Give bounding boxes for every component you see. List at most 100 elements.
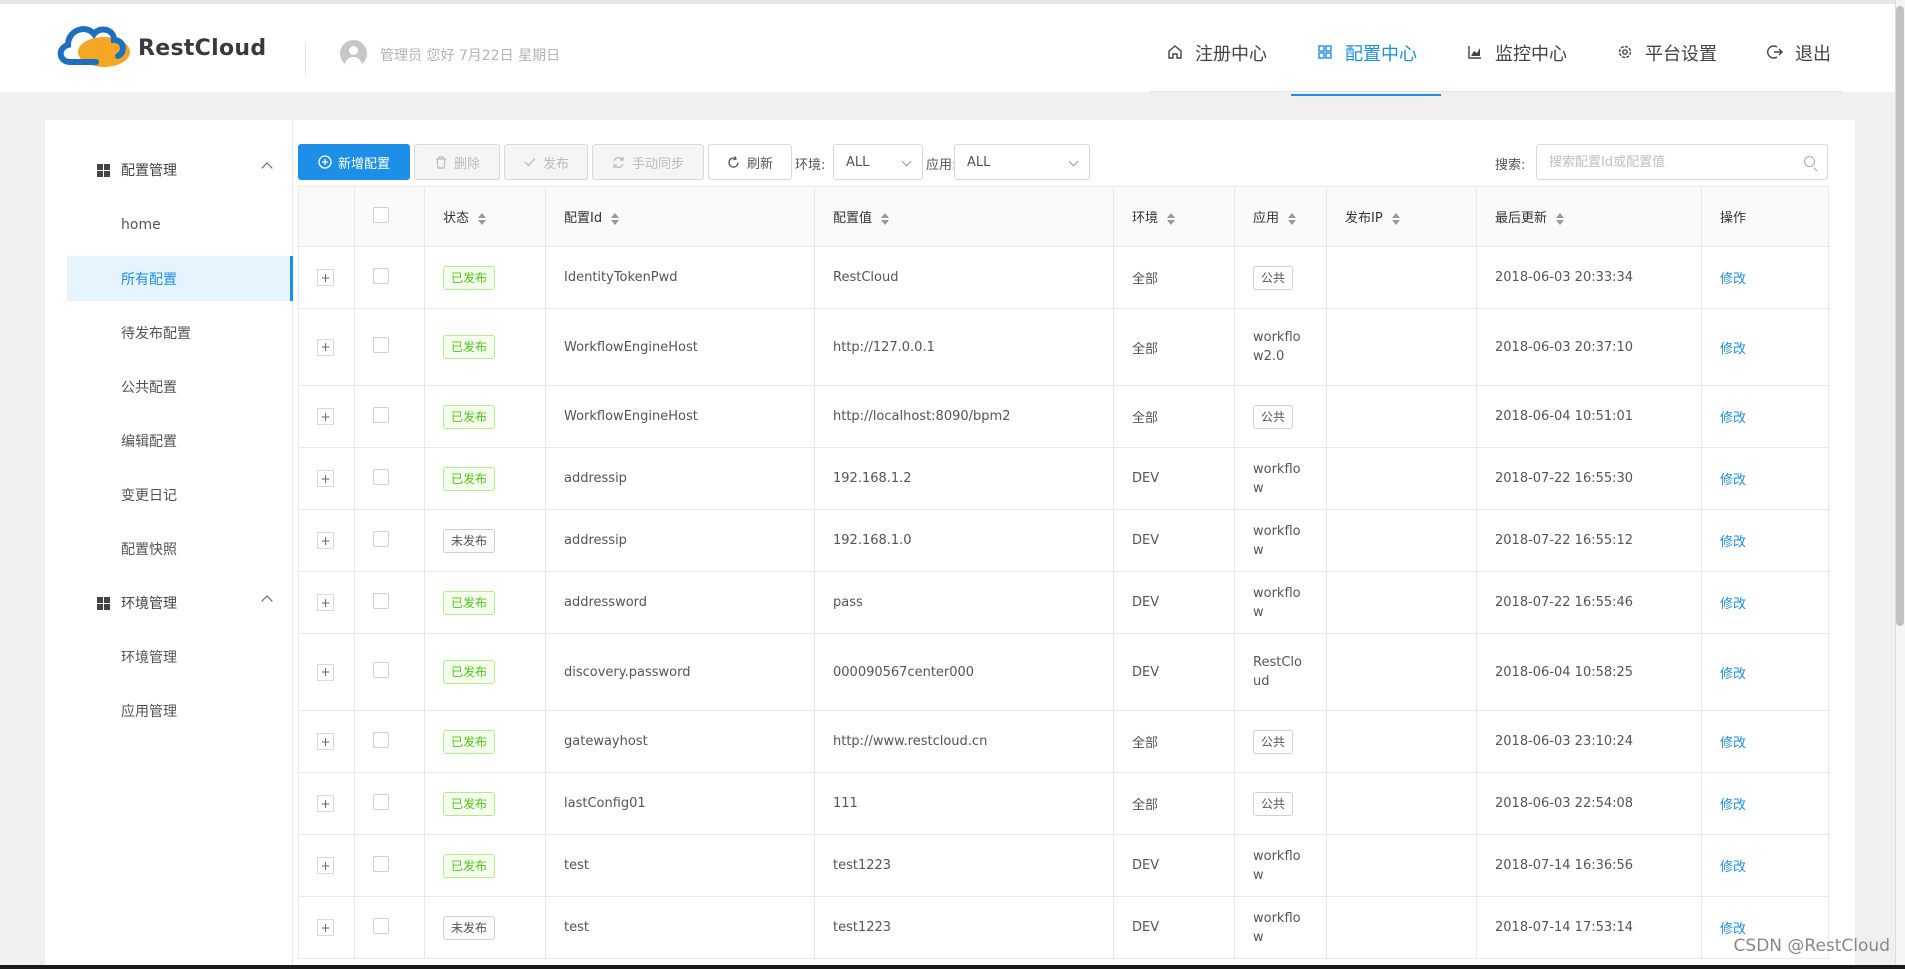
edit-link[interactable]: 修改 bbox=[1720, 667, 1746, 682]
column-header-app[interactable]: 应用 bbox=[1234, 186, 1327, 247]
sort-icon[interactable] bbox=[1288, 212, 1297, 226]
status-badge: 已发布 bbox=[443, 791, 496, 816]
sort-icon[interactable] bbox=[478, 212, 487, 226]
expand-row-button[interactable]: + bbox=[317, 269, 334, 286]
edit-link[interactable]: 修改 bbox=[1720, 860, 1746, 875]
expand-cell: + bbox=[298, 896, 355, 959]
edit-link[interactable]: 修改 bbox=[1720, 597, 1746, 612]
updated-cell: 2018-07-14 16:36:56 bbox=[1476, 834, 1702, 897]
nav-monitor-center[interactable]: 监控中心 bbox=[1441, 28, 1591, 96]
expand-cell: + bbox=[298, 571, 355, 634]
config-id-cell: WorkflowEngineHost bbox=[545, 385, 815, 448]
search-icon[interactable] bbox=[1804, 156, 1815, 167]
add-config-button[interactable]: 新增配置 bbox=[298, 144, 410, 180]
sidebar-item-edit-config[interactable]: 编辑配置 bbox=[67, 418, 293, 463]
edit-link[interactable]: 修改 bbox=[1720, 535, 1746, 550]
row-checkbox[interactable] bbox=[373, 662, 389, 678]
search-input[interactable] bbox=[1537, 145, 1787, 179]
status-badge: 未发布 bbox=[443, 915, 496, 940]
status-badge: 已发布 bbox=[443, 404, 496, 429]
row-checkbox[interactable] bbox=[373, 855, 389, 872]
edit-link[interactable]: 修改 bbox=[1720, 342, 1746, 357]
edit-link[interactable]: 修改 bbox=[1720, 473, 1746, 488]
scrollbar-thumb[interactable] bbox=[1896, 6, 1904, 626]
edit-link[interactable]: 修改 bbox=[1720, 411, 1746, 426]
row-checkbox[interactable] bbox=[373, 530, 389, 547]
gear-icon bbox=[1615, 42, 1635, 62]
sidebar-item-change-log[interactable]: 变更日记 bbox=[67, 472, 293, 517]
taskbar-edge bbox=[0, 965, 1905, 969]
expand-row-button[interactable]: + bbox=[317, 338, 334, 356]
sidebar-item-app-manage[interactable]: 应用管理 bbox=[67, 688, 293, 733]
vertical-scrollbar[interactable] bbox=[1895, 0, 1905, 969]
restcloud-logo-icon[interactable] bbox=[56, 18, 134, 70]
sidebar-item-all-configs[interactable]: 所有配置 bbox=[67, 256, 293, 301]
select-all-header bbox=[354, 186, 425, 247]
table-row: + 已发布 addressword pass DEV workflow 2018… bbox=[298, 571, 1829, 634]
row-checkbox[interactable] bbox=[373, 793, 389, 810]
app-name: workflow bbox=[1253, 461, 1301, 496]
expand-row-button[interactable]: + bbox=[317, 857, 334, 874]
sort-icon[interactable] bbox=[1167, 212, 1176, 226]
expand-row-button[interactable]: + bbox=[317, 532, 334, 549]
edit-link[interactable]: 修改 bbox=[1720, 798, 1746, 813]
expand-row-button[interactable]: + bbox=[317, 470, 334, 487]
select-all-checkbox[interactable] bbox=[373, 206, 389, 223]
edit-link[interactable]: 修改 bbox=[1720, 272, 1746, 287]
delete-button[interactable]: 删除 bbox=[414, 144, 500, 180]
column-header-value[interactable]: 配置值 bbox=[814, 186, 1114, 247]
expand-row-button[interactable]: + bbox=[317, 795, 334, 812]
nav-platform-settings[interactable]: 平台设置 bbox=[1591, 28, 1741, 96]
column-header-ip[interactable]: 发布IP bbox=[1326, 186, 1477, 247]
config-value-cell: 192.168.1.0 bbox=[814, 509, 1114, 572]
column-header-status[interactable]: 状态 bbox=[424, 186, 546, 247]
edit-link[interactable]: 修改 bbox=[1720, 736, 1746, 751]
expand-row-button[interactable]: + bbox=[317, 594, 334, 611]
app-select[interactable]: ALL bbox=[954, 144, 1090, 180]
column-header-updated[interactable]: 最后更新 bbox=[1476, 186, 1702, 247]
sidebar-item-home[interactable]: home bbox=[67, 202, 293, 247]
sort-icon[interactable] bbox=[611, 212, 620, 226]
sidebar-group-config[interactable]: 配置管理 bbox=[45, 143, 293, 197]
nav-registry-center[interactable]: 注册中心 bbox=[1141, 28, 1291, 96]
env-select[interactable]: ALL bbox=[833, 144, 923, 180]
publish-ip-cell bbox=[1326, 509, 1477, 572]
sidebar-group-env[interactable]: 环境管理 bbox=[45, 576, 293, 630]
sort-icon[interactable] bbox=[881, 212, 890, 226]
refresh-button[interactable]: 刷新 bbox=[708, 144, 792, 180]
search-box bbox=[1536, 144, 1828, 180]
row-checkbox[interactable] bbox=[373, 267, 389, 284]
sidebar-item-public-configs[interactable]: 公共配置 bbox=[67, 364, 293, 409]
manual-sync-button[interactable]: 手动同步 bbox=[592, 144, 704, 180]
sort-icon[interactable] bbox=[1391, 212, 1400, 226]
sidebar-item-env-manage[interactable]: 环境管理 bbox=[67, 634, 293, 679]
sidebar-item-config-snapshot[interactable]: 配置快照 bbox=[67, 526, 293, 571]
nav-logout[interactable]: 退出 bbox=[1741, 28, 1855, 96]
app-tag: 公共 bbox=[1253, 265, 1294, 290]
avatar[interactable] bbox=[340, 40, 367, 67]
nav-label: 平台设置 bbox=[1645, 44, 1717, 65]
sort-icon[interactable] bbox=[1556, 212, 1565, 226]
app-select-value: ALL bbox=[967, 155, 991, 170]
row-checkbox[interactable] bbox=[373, 731, 389, 748]
expand-row-button[interactable]: + bbox=[317, 733, 334, 750]
column-header-id[interactable]: 配置Id bbox=[545, 186, 815, 247]
publish-button[interactable]: 发布 bbox=[504, 144, 588, 180]
grid-icon bbox=[1315, 42, 1335, 62]
nav-config-center[interactable]: 配置中心 bbox=[1291, 28, 1441, 96]
logout-icon bbox=[1765, 42, 1785, 62]
column-header-env[interactable]: 环境 bbox=[1113, 186, 1235, 247]
expand-row-button[interactable]: + bbox=[317, 663, 334, 681]
trash-icon bbox=[434, 155, 448, 169]
expand-row-button[interactable]: + bbox=[317, 408, 334, 425]
row-checkbox[interactable] bbox=[373, 592, 389, 609]
row-checkbox[interactable] bbox=[373, 406, 389, 423]
row-checkbox[interactable] bbox=[373, 917, 389, 934]
config-id-cell: test bbox=[545, 834, 815, 897]
env-cell: DEV bbox=[1113, 447, 1235, 510]
row-checkbox[interactable] bbox=[373, 337, 389, 353]
row-checkbox[interactable] bbox=[373, 468, 389, 485]
expand-row-button[interactable]: + bbox=[317, 919, 334, 936]
edit-link[interactable]: 修改 bbox=[1720, 922, 1746, 937]
sidebar-item-pending-configs[interactable]: 待发布配置 bbox=[67, 310, 293, 355]
